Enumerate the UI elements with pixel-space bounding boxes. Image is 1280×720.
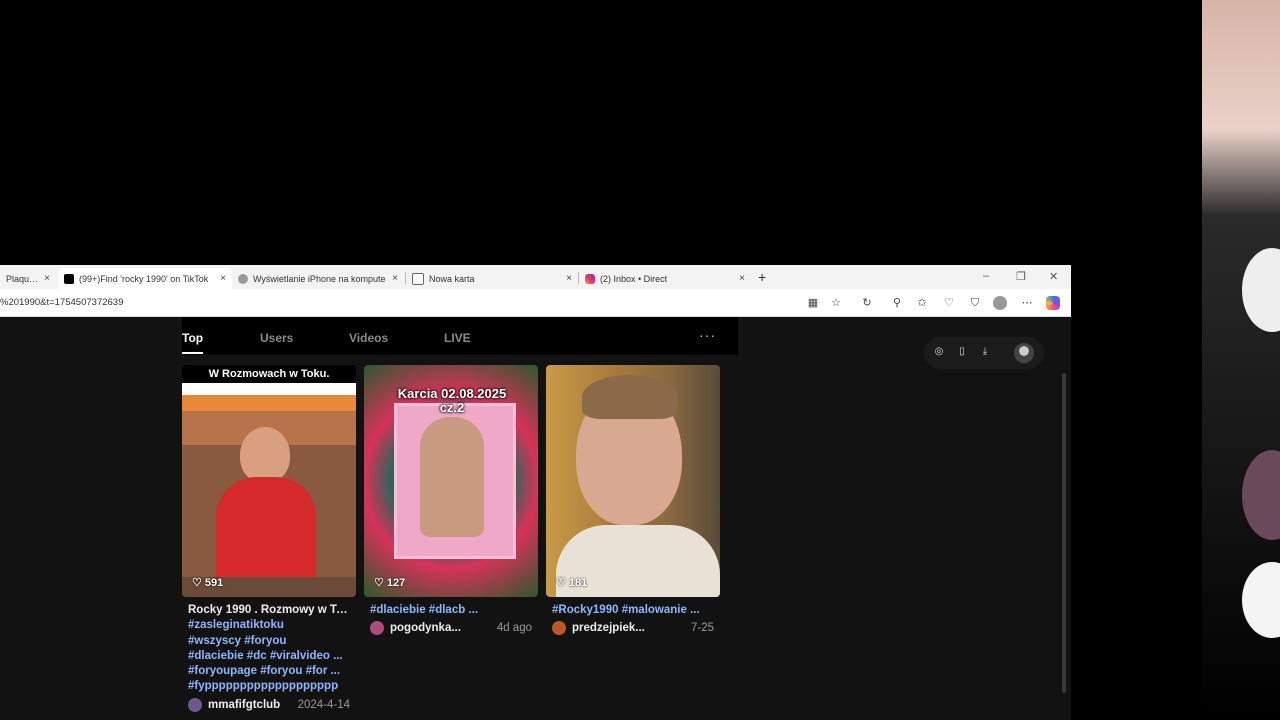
phone-icon[interactable]: ▯ (955, 345, 969, 359)
video-description[interactable]: Rocky 1990 . Rozmowy w To... #zasleginat… (182, 603, 356, 695)
more-options-icon[interactable]: ··· (699, 327, 716, 343)
close-icon[interactable]: × (44, 273, 50, 284)
tab-plaqueboy[interactable]: PlaqueBoy × (0, 268, 56, 289)
close-icon[interactable]: × (566, 273, 572, 284)
tab-title: (2) Inbox • Direct (600, 273, 668, 284)
tiktok-icon (64, 273, 74, 284)
close-icon[interactable]: × (392, 273, 398, 284)
tab-title: Wyświetlanie iPhone na kompute (253, 273, 386, 284)
minimize-button[interactable]: – (983, 270, 989, 282)
address-bar: %201990&t=1754507372639 ▦ ☆ ↻ ⚲ ✩ ♡ ⛉ ⋯ (0, 289, 1071, 317)
heart-icon: ♡ (192, 577, 202, 589)
video-thumbnail[interactable]: ♡ 181 (546, 365, 720, 597)
health-icon[interactable]: ♡ (941, 295, 957, 311)
favorite-star-icon[interactable]: ☆ (828, 295, 844, 311)
new-tab-button[interactable]: + (758, 269, 766, 285)
close-icon[interactable]: × (739, 273, 745, 284)
tab-iphone-display[interactable]: Wyświetlanie iPhone na kompute × (232, 268, 404, 289)
tab-instagram-inbox[interactable]: (2) Inbox • Direct × (579, 268, 751, 289)
gear-icon (238, 273, 248, 284)
heart-icon: ♡ (374, 577, 384, 589)
like-count: ♡ 181 (556, 576, 588, 590)
refresh-icon[interactable]: ↻ (859, 295, 875, 311)
video-thumbnail[interactable]: W Rozmowach w Toku. ♡ 591 (182, 365, 356, 597)
post-date: 7-25 (690, 622, 714, 635)
video-meta: mmafifgtclub 2024-4-14 (182, 697, 356, 712)
hashtag[interactable]: #fyppppppppppppppppppp (188, 679, 350, 694)
favorites-icon[interactable]: ✩ (914, 295, 930, 311)
tab-live[interactable]: LIVE (444, 331, 471, 345)
shield-icon[interactable]: ⛉ (967, 295, 983, 311)
video-card[interactable]: Karcia 02.08.2025 cz.2 ♡ 127 #dlaciebie #… (364, 365, 538, 636)
profile-avatar-icon[interactable] (993, 296, 1007, 310)
post-date: 2024-4-14 (297, 698, 350, 711)
hashtag[interactable]: #Rocky1990 #malowanie ... (552, 603, 714, 618)
tab-title: (99+)Find 'rocky 1990' on TikTok (79, 273, 209, 284)
close-icon[interactable]: × (220, 273, 226, 284)
extension-icon[interactable]: ⚲ (889, 295, 905, 311)
active-tab-indicator (182, 352, 203, 354)
browser-window: PlaqueBoy × (99+)Find 'rocky 1990' on Ti… (0, 265, 1071, 720)
thumbnail-caption: W Rozmowach w Toku. (208, 368, 330, 380)
more-menu-icon[interactable]: ⋯ (1019, 295, 1035, 311)
hashtag[interactable]: #zasleginatiktoku (188, 618, 350, 633)
post-date: 4d ago (496, 622, 532, 635)
username[interactable]: mmafifgtclub (208, 699, 298, 711)
video-thumbnail[interactable]: Karcia 02.08.2025 cz.2 ♡ 127 (364, 365, 538, 597)
like-count: ♡ 127 (374, 576, 406, 590)
tab-videos[interactable]: Videos (349, 331, 388, 345)
compass-icon[interactable]: ◎ (932, 345, 946, 359)
instagram-icon (585, 273, 595, 284)
tab-tiktok-search[interactable]: (99+)Find 'rocky 1990' on TikTok × (58, 268, 232, 289)
video-card[interactable]: ♡ 181 #Rocky1990 #malowanie ... predzejpi… (546, 365, 720, 636)
url-text[interactable]: %201990&t=1754507372639 (0, 297, 123, 308)
video-meta: predzejpiek... 7-25 (546, 621, 720, 636)
search-tabs: Top Users Videos LIVE ··· (182, 317, 738, 355)
avatar[interactable] (370, 621, 384, 636)
page-icon (412, 272, 424, 285)
video-meta: pogodynka... 4d ago (364, 621, 538, 636)
tab-new-tab[interactable]: Nowa karta × (406, 268, 578, 289)
like-count: ♡ 591 (192, 576, 224, 590)
video-description[interactable]: #dlaciebie #dlacb ... (364, 603, 538, 618)
window-close-button[interactable]: ✕ (1049, 270, 1058, 283)
video-card[interactable]: W Rozmowach w Toku. ♡ 591 Rocky 1990 . Ro… (182, 365, 356, 712)
download-icon[interactable]: ⤓ (978, 345, 992, 359)
tab-title: Nowa karta (429, 273, 475, 284)
hashtag[interactable]: #dlaciebie #dlacb ... (370, 603, 532, 618)
username[interactable]: predzejpiek... (572, 622, 691, 634)
tab-top[interactable]: Top (182, 331, 203, 345)
hashtag[interactable]: #dlaciebie #dc #viralvideo ... (188, 649, 350, 664)
tab-title: PlaqueBoy (6, 273, 39, 284)
tab-users[interactable]: Users (260, 331, 293, 345)
floating-toolbar: ◎ ▯ ⤓ (924, 337, 1044, 369)
tab-strip: PlaqueBoy × (99+)Find 'rocky 1990' on Ti… (0, 265, 1071, 289)
username[interactable]: pogodynka... (390, 622, 497, 634)
hashtag[interactable]: #wszyscy #foryou (188, 634, 350, 649)
thumbnail-caption: Karcia 02.08.2025 cz.2 (397, 386, 507, 415)
avatar[interactable] (552, 621, 566, 636)
webcam-overlay (1202, 0, 1280, 720)
hashtag[interactable]: #foryoupage #foryou #for ... (188, 664, 350, 679)
reader-view-icon[interactable]: ▦ (805, 295, 821, 311)
heart-icon: ♡ (556, 577, 566, 589)
maximize-button[interactable]: ❐ (1016, 270, 1026, 283)
scrollbar[interactable] (1062, 373, 1066, 693)
avatar[interactable] (188, 697, 202, 712)
avatar[interactable] (1014, 343, 1034, 363)
video-description[interactable]: #Rocky1990 #malowanie ... (546, 603, 720, 618)
tiktok-page: Top Users Videos LIVE ··· ◎ ▯ ⤓ W Rozmow… (0, 317, 1066, 720)
copilot-icon[interactable] (1046, 296, 1060, 310)
